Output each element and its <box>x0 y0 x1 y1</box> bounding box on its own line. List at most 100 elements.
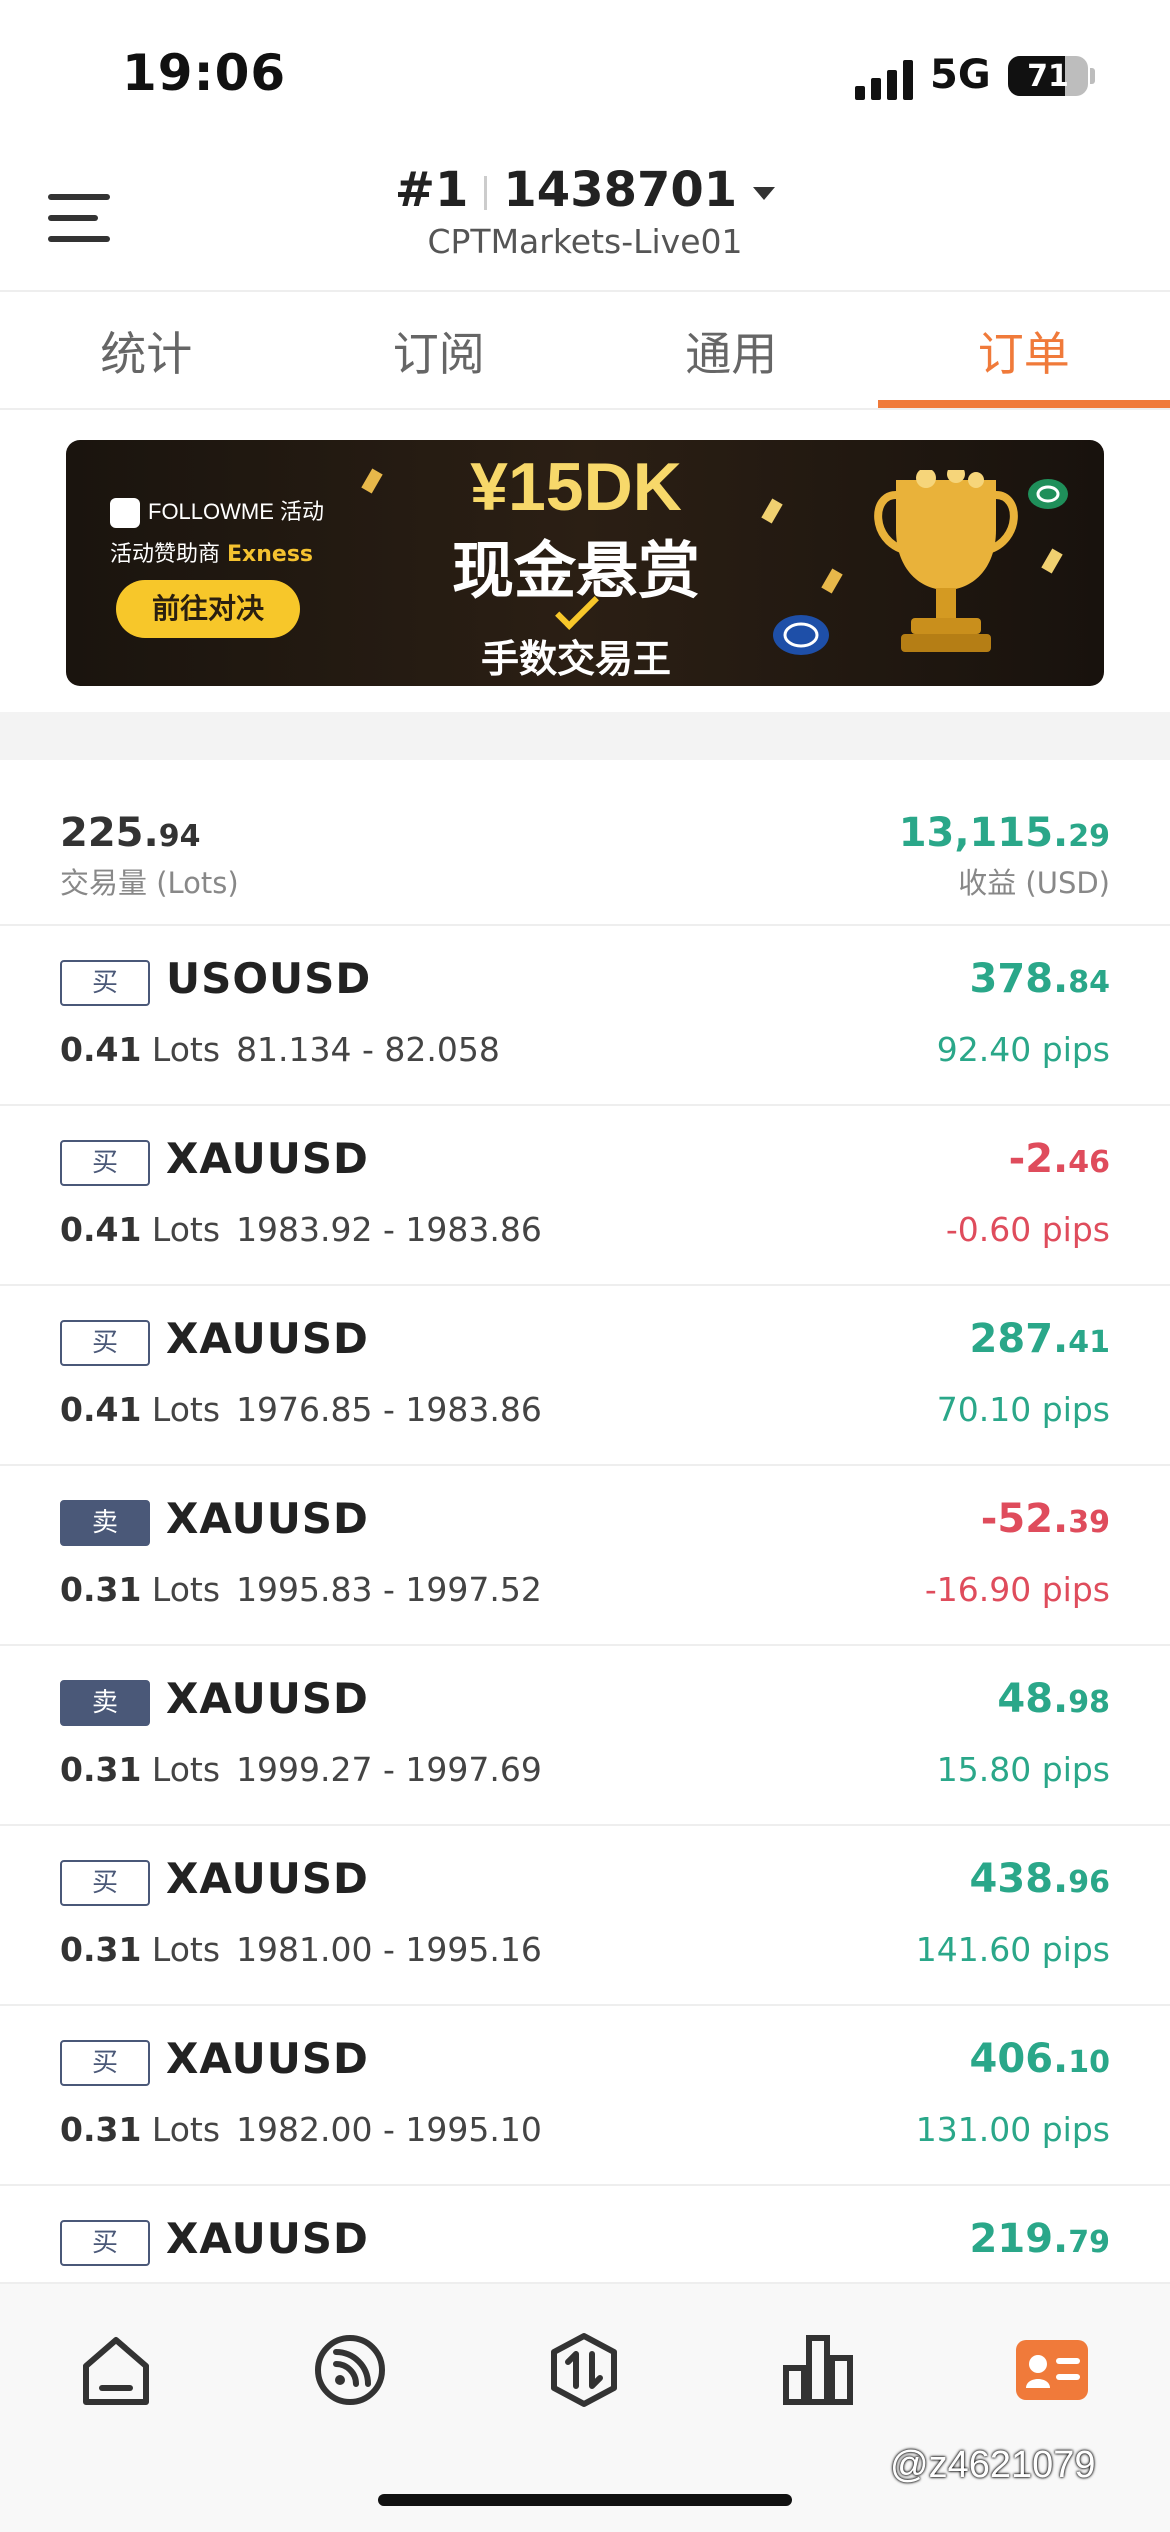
profit-int: 219. <box>969 2216 1069 2262</box>
order-unit: Lots <box>151 2110 221 2149</box>
volume-value: 225.94 <box>60 810 239 856</box>
order-profit: 287.41 <box>970 1316 1110 1362</box>
profit-dec: 96 <box>1068 1865 1110 1900</box>
order-unit: Lots <box>151 1210 221 1249</box>
battery-icon: 71 <box>1008 56 1088 96</box>
confetti <box>1041 548 1063 574</box>
order-detail: 0.41 Lots 1976.85 - 1983.86 <box>60 1390 542 1429</box>
order-unit: Lots <box>151 1750 221 1789</box>
order-lots: 0.31 <box>60 2110 142 2149</box>
order-unit: Lots <box>151 1030 221 1069</box>
tab-bar: 统计 订阅 通用 订单 <box>0 290 1170 410</box>
order-row[interactable]: 买 XAUUSD 0.41 Lots 1983.92 - 1983.86 -2.4… <box>0 1106 1170 1286</box>
banner-tagline: 手数交易王 <box>480 637 671 681</box>
tab-subscription[interactable]: 订阅 <box>293 292 586 408</box>
order-pips: 131.00 pips <box>915 2110 1110 2149</box>
profile-card-icon[interactable] <box>1014 2332 1090 2408</box>
profit-dec: 79 <box>1068 2225 1110 2260</box>
order-row[interactable]: 买 USOUSD 0.41 Lots 81.134 - 82.058 378.84… <box>0 926 1170 1106</box>
signal-icon <box>855 58 913 100</box>
side-badge: 买 <box>60 2040 150 2086</box>
account-id: 1438701 <box>503 162 738 218</box>
order-profit: -52.39 <box>981 1496 1110 1542</box>
server-name: CPTMarkets-Live01 <box>427 222 743 261</box>
order-profit: 378.84 <box>970 956 1110 1002</box>
order-prices: 1976.85 - 1983.86 <box>236 1390 542 1429</box>
feed-icon[interactable] <box>312 2332 388 2408</box>
order-row[interactable]: 买 XAUUSD 0.31 Lots 1981.00 - 1995.16 438.… <box>0 1826 1170 2006</box>
order-row[interactable]: 买 XAUUSD 0.41 Lots 1976.85 - 1983.86 287.… <box>0 1286 1170 1466</box>
tab-statistics[interactable]: 统计 <box>0 292 293 408</box>
order-prices: 81.134 - 82.058 <box>236 1030 500 1069</box>
order-lots: 0.31 <box>60 1930 142 1969</box>
tab-orders[interactable]: 订单 <box>877 292 1170 408</box>
trophy-icon <box>874 470 1018 652</box>
profit-int: -2. <box>1008 1136 1069 1182</box>
profit-dec: 10 <box>1068 2045 1110 2080</box>
order-unit: Lots <box>151 1570 221 1609</box>
order-prices: 1995.83 - 1997.52 <box>236 1570 542 1609</box>
profit-label: 收益 (USD) <box>958 866 1110 900</box>
home-indicator <box>378 2494 792 2506</box>
order-lots: 0.31 <box>60 1570 142 1609</box>
confetti <box>361 468 383 494</box>
profit-int: 48. <box>997 1676 1069 1722</box>
coin-icon <box>773 615 829 655</box>
order-lots: 0.41 <box>60 1390 142 1429</box>
trade-icon[interactable] <box>546 2332 622 2408</box>
profit-dec: 39 <box>1068 1505 1110 1540</box>
coin-icon-green <box>1028 479 1068 509</box>
banner-cta-button[interactable]: 前往对决 <box>116 580 300 638</box>
order-pips: 92.40 pips <box>936 1030 1110 1069</box>
banner-headline: ¥15DK <box>470 449 682 525</box>
account-selector[interactable]: #1 1438701 <box>0 162 1170 218</box>
profit-int: 406. <box>969 2036 1069 2082</box>
order-symbol: XAUUSD <box>166 1854 369 1903</box>
order-row[interactable]: 卖 XAUUSD 0.31 Lots 1995.83 - 1997.52 -52.… <box>0 1466 1170 1646</box>
order-lots: 0.31 <box>60 1750 142 1789</box>
volume-summary: 225.94 交易量 (Lots) <box>60 810 239 902</box>
order-symbol: XAUUSD <box>166 1494 369 1543</box>
side-badge: 买 <box>60 1860 150 1906</box>
chevron-down-icon <box>753 186 776 200</box>
order-pips: -16.90 pips <box>924 1570 1110 1609</box>
profit-dec: 98 <box>1068 1685 1110 1720</box>
tab-general[interactable]: 通用 <box>585 292 878 408</box>
profit-summary: 13,115.29 收益 (USD) <box>899 810 1110 902</box>
order-detail: 0.31 Lots 1999.27 - 1997.69 <box>60 1750 542 1789</box>
order-prices: 1983.92 - 1983.86 <box>236 1210 542 1249</box>
side-badge: 买 <box>60 960 150 1006</box>
profit-int: 13,115. <box>898 810 1069 856</box>
order-lots: 0.41 <box>60 1210 142 1249</box>
home-icon[interactable] <box>78 2332 154 2408</box>
order-pips: 141.60 pips <box>915 1930 1110 1969</box>
confetti <box>821 568 843 594</box>
app-header: #1 1438701 CPTMarkets-Live01 <box>0 150 1170 290</box>
sponsor-prefix: 活动赞助商 <box>110 542 221 567</box>
chart-icon[interactable] <box>780 2332 856 2408</box>
order-pips: -0.60 pips <box>945 1210 1110 1249</box>
order-unit: Lots <box>151 1390 221 1429</box>
promo-banner[interactable]: FOLLOWME 活动 活动赞助商 Exness 前往对决 ¥15DK 现金悬赏… <box>66 440 1104 686</box>
side-badge: 买 <box>60 1140 150 1186</box>
side-badge: 买 <box>60 2220 150 2266</box>
banner-sponsor: 活动赞助商 Exness <box>110 536 313 568</box>
battery-level: 71 <box>1027 59 1069 94</box>
order-symbol: XAUUSD <box>166 2214 369 2263</box>
order-profit: 406.10 <box>970 2036 1110 2082</box>
order-profit: 48.98 <box>997 1676 1110 1722</box>
order-row[interactable]: 卖 XAUUSD 0.31 Lots 1999.27 - 1997.69 48.9… <box>0 1646 1170 1826</box>
profit-int: 287. <box>969 1316 1069 1362</box>
volume-int: 225. <box>60 810 159 856</box>
order-profit: -2.46 <box>1009 1136 1110 1182</box>
order-detail: 0.41 Lots 81.134 - 82.058 <box>60 1030 500 1069</box>
order-row[interactable]: 买 XAUUSD 0.31 Lots 1982.00 - 1995.10 406.… <box>0 2006 1170 2186</box>
order-detail: 0.31 Lots 1981.00 - 1995.16 <box>60 1930 542 1969</box>
profit-value: 13,115.29 <box>899 810 1110 856</box>
volume-dec: 94 <box>158 819 201 854</box>
side-badge: 卖 <box>60 1500 150 1546</box>
confetti <box>761 498 783 524</box>
sponsor-name: Exness <box>227 542 314 567</box>
order-prices: 1982.00 - 1995.10 <box>236 2110 542 2149</box>
profit-dec: 84 <box>1068 965 1110 1000</box>
